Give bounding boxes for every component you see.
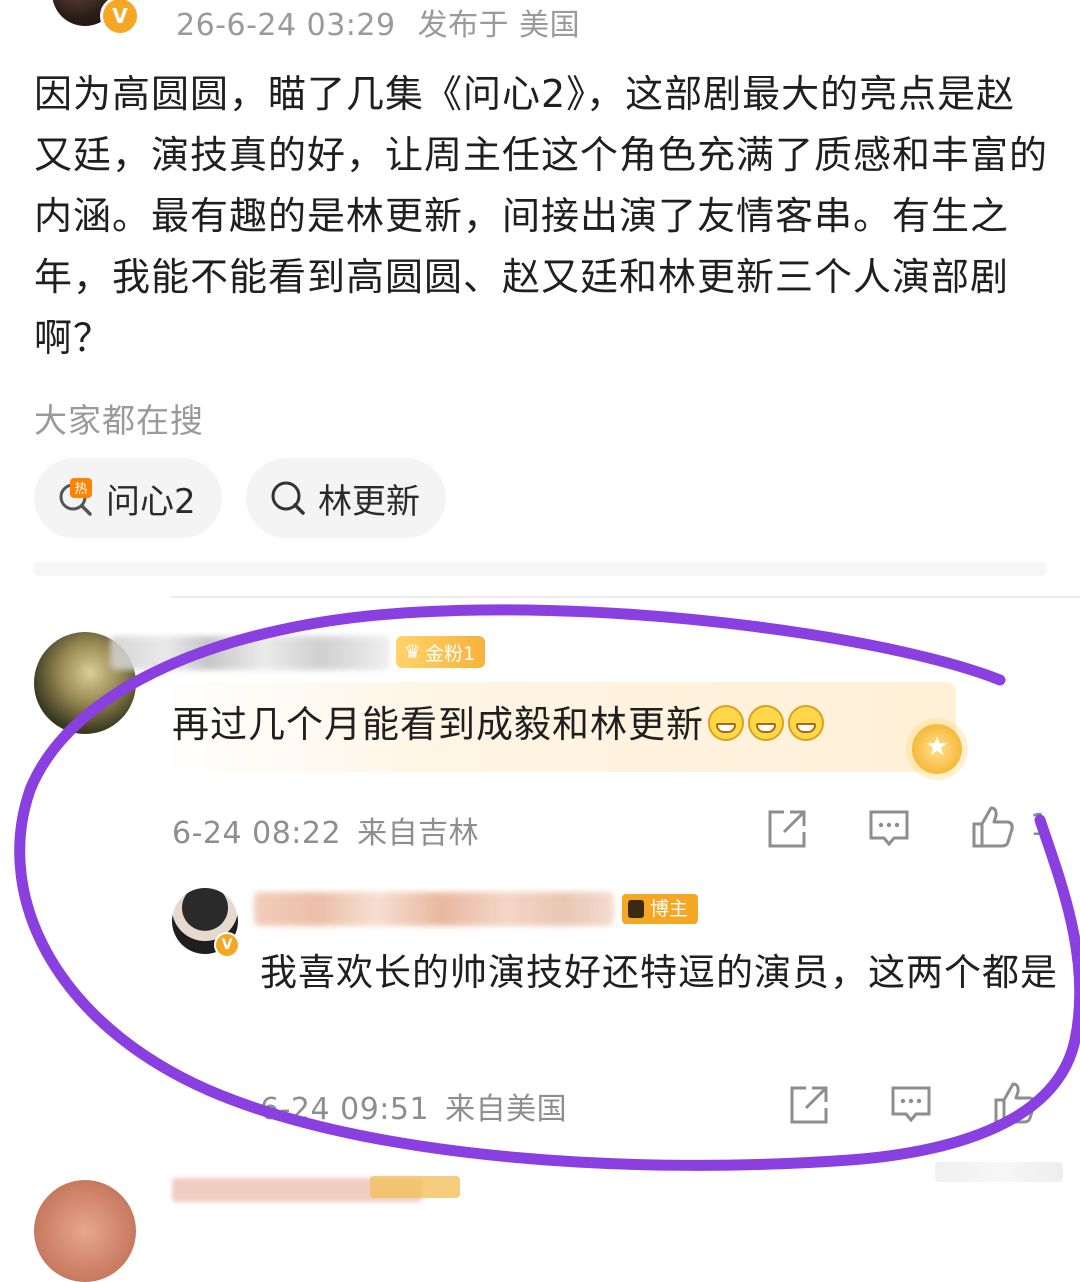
fan-level-label: 金粉1 bbox=[425, 642, 476, 665]
comment-icon[interactable] bbox=[866, 806, 912, 852]
post-date: 26-6-24 03:29 bbox=[176, 8, 396, 43]
fan-level-badge: ♛ 金粉1 bbox=[396, 636, 486, 668]
like-icon[interactable] bbox=[992, 1080, 1038, 1126]
grin-emoji-icon bbox=[788, 705, 824, 741]
search-icon bbox=[268, 478, 308, 518]
blogger-badge: 博主 bbox=[622, 894, 699, 924]
verified-v-icon: V bbox=[100, 0, 140, 36]
commenter-name-redacted[interactable] bbox=[110, 636, 390, 670]
search-chip-wenxin2[interactable]: 热 问心2 bbox=[34, 458, 222, 538]
hot-search-icon: 热 bbox=[56, 478, 96, 518]
post-body-text: 因为高圆圆，瞄了几集《问心2》，这部剧最大的亮点是赵又廷，演技真的好，让周主任这… bbox=[34, 72, 1049, 360]
reply-date: 6-24 09:51 bbox=[260, 1092, 430, 1127]
comment-text-content: 再过几个月能看到成毅和林更新 bbox=[172, 703, 704, 746]
next-commenter-badge bbox=[370, 1176, 460, 1198]
reply-meta: 6-24 09:51 来自美国 bbox=[260, 1084, 583, 1128]
search-chip-label: 林更新 bbox=[318, 481, 420, 522]
watermark bbox=[935, 1162, 1063, 1182]
reply-author-name-redacted[interactable] bbox=[254, 892, 614, 926]
post-location: 发布于 美国 bbox=[417, 8, 581, 43]
reply-text: 我喜欢长的帅演技好还特逗的演员，这两个都是 bbox=[260, 951, 1058, 994]
post-meta: 26-6-24 03:29 发布于 美国 bbox=[176, 0, 602, 44]
like-count: 1 bbox=[1030, 808, 1050, 843]
comment-divider bbox=[170, 596, 1080, 598]
svg-text:热: 热 bbox=[74, 482, 87, 497]
search-chip-label: 问心2 bbox=[106, 481, 196, 522]
comment-date: 6-24 08:22 bbox=[172, 816, 342, 851]
comment-location: 来自吉林 bbox=[357, 816, 480, 851]
grin-emoji-icon bbox=[748, 705, 784, 741]
trending-search-label: 大家都在搜 bbox=[34, 401, 204, 440]
next-commenter-avatar[interactable] bbox=[34, 1180, 136, 1282]
comment-text: 再过几个月能看到成毅和林更新 bbox=[172, 694, 824, 748]
crown-icon: ♛ bbox=[404, 641, 422, 663]
like-icon[interactable] bbox=[970, 804, 1016, 850]
reply-location: 来自美国 bbox=[445, 1092, 568, 1127]
verified-v-icon: V bbox=[214, 932, 240, 958]
share-icon[interactable] bbox=[786, 1082, 832, 1128]
comment-icon[interactable] bbox=[888, 1082, 934, 1128]
comment-meta: 6-24 08:22 来自吉林 bbox=[172, 808, 495, 852]
share-icon[interactable] bbox=[764, 806, 810, 852]
section-divider bbox=[34, 562, 1046, 576]
search-chip-linegengxin[interactable]: 林更新 bbox=[246, 458, 446, 538]
grin-emoji-icon bbox=[708, 705, 744, 741]
star-sticker-icon bbox=[912, 724, 962, 774]
